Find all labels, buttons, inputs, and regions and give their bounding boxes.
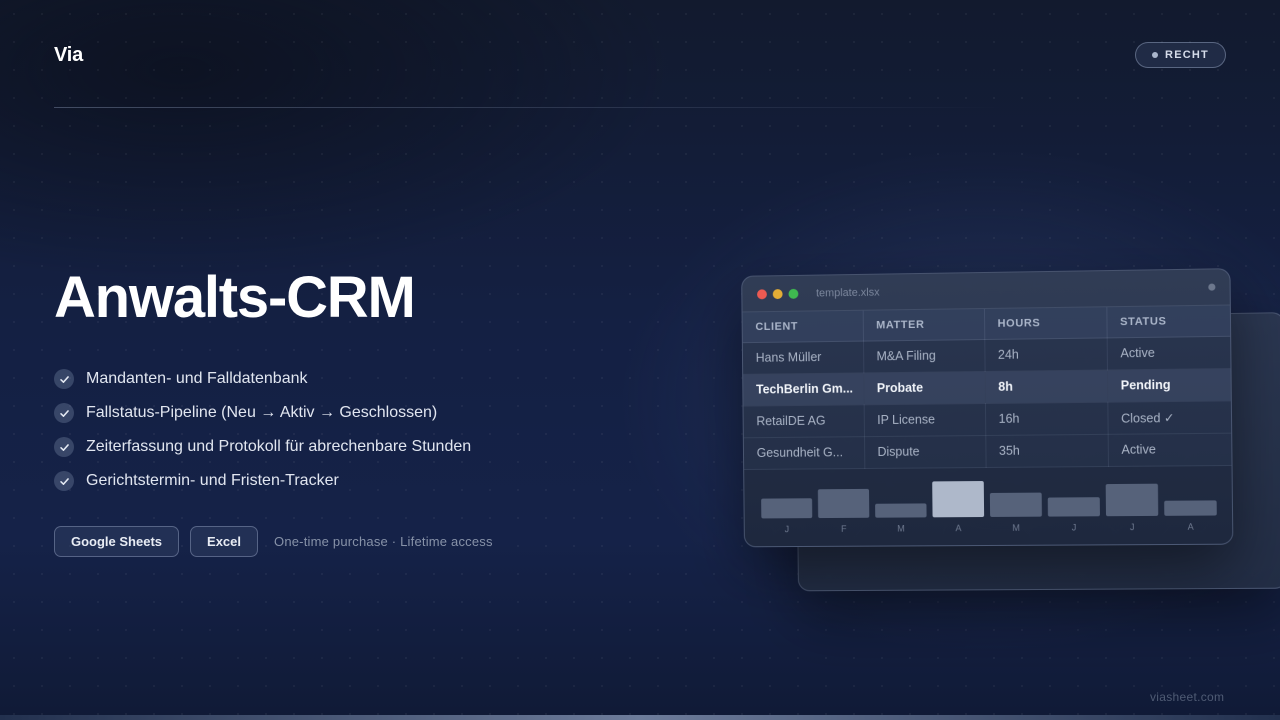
bar-chart-svg: JFMAMJJA: [761, 480, 1217, 534]
chart-bar: [932, 480, 985, 517]
chart-tick-label: M: [1012, 522, 1020, 532]
feature-item: Fallstatus-Pipeline (Neu → Aktiv → Gesch…: [54, 396, 471, 430]
cell-client: RetailDE AG: [743, 404, 864, 438]
cell-client: Gesundheit G...: [743, 436, 865, 470]
cell-hours: 24h: [984, 337, 1107, 372]
feature-text: Fallstatus-Pipeline (Neu → Aktiv → Gesch…: [86, 404, 438, 421]
table-row: Gesundheit G... Dispute 35h Active: [743, 432, 1232, 470]
chart-bar: [817, 488, 870, 518]
cell-matter: IP License: [863, 403, 986, 437]
cell-status: Pending: [1106, 368, 1231, 402]
cell-hours: 35h: [985, 433, 1108, 467]
check-icon: [54, 403, 74, 423]
feature-text: Mandanten- und Falldatenbank: [86, 370, 308, 387]
cell-client: Hans Müller: [742, 340, 864, 374]
column-header-client: CLIENT: [742, 310, 864, 343]
cell-hours: 16h: [984, 401, 1108, 435]
table-row: RetailDE AG IP License 16h Closed ✓: [743, 400, 1232, 438]
chart-bar: [1047, 496, 1100, 517]
chart-tick-label: A: [955, 523, 961, 533]
hours-bar-chart: JFMAMJJA: [744, 465, 1233, 548]
footer-url[interactable]: viasheet.com: [1150, 690, 1224, 704]
feature-item: Mandanten- und Falldatenbank: [54, 362, 471, 396]
cell-matter: Dispute: [863, 434, 986, 469]
excel-button[interactable]: Excel: [190, 526, 259, 557]
feature-text: Gerichtstermin- und Fristen-Tracker: [86, 472, 339, 489]
column-header-hours: HOURS: [983, 307, 1107, 340]
purchase-note: One-time purchase · Lifetime access: [274, 534, 493, 549]
chart-bar: [761, 497, 813, 518]
minimize-window-dot-icon: [772, 288, 783, 299]
chart-bar: [875, 502, 927, 518]
chart-tick-label: J: [785, 524, 790, 534]
table-row-highlighted: TechBerlin Gm... Probate 8h Pending: [743, 368, 1231, 406]
cell-status: Active: [1107, 432, 1232, 466]
category-badge: RECHT: [1135, 42, 1226, 68]
cell-matter: Probate: [863, 371, 985, 405]
data-table: CLIENT MATTER HOURS STATUS Hans Müller M…: [742, 305, 1232, 470]
header-divider: [54, 107, 1004, 108]
google-sheets-button[interactable]: Google Sheets: [54, 526, 180, 557]
chart-bar: [989, 492, 1042, 517]
badge-label: RECHT: [1165, 49, 1209, 61]
feature-item: Gerichtstermin- und Fristen-Tracker: [54, 464, 471, 498]
column-header-status: STATUS: [1106, 305, 1231, 338]
chart-bar: [1105, 483, 1159, 516]
feature-item: Zeiterfassung und Protokoll für abrechen…: [54, 430, 471, 464]
brand-name-part1: Via: [54, 44, 84, 66]
feature-text: Zeiterfassung und Protokoll für abrechen…: [86, 438, 472, 455]
check-icon: [54, 369, 74, 389]
window-indicator-icon: [1208, 283, 1216, 291]
feature-list: Mandanten- und Falldatenbank Fallstatus-…: [54, 362, 471, 498]
close-window-dot-icon: [756, 288, 767, 299]
chart-tick-label: J: [1130, 522, 1135, 532]
column-header-matter: MATTER: [862, 309, 985, 341]
chart-tick-label: A: [1188, 521, 1194, 531]
chart-tick-label: F: [841, 523, 847, 533]
brand-logo[interactable]: ViaSheet: [54, 44, 1280, 592]
cell-matter: M&A Filing: [863, 339, 985, 373]
chart-tick-label: J: [1072, 522, 1077, 532]
cell-status: Active: [1106, 335, 1231, 370]
chart-bar: [1164, 499, 1217, 516]
check-icon: [54, 437, 74, 457]
cell-client: TechBerlin Gm...: [743, 372, 864, 406]
badge-dot-icon: [1152, 52, 1159, 58]
cell-status: Closed ✓: [1107, 400, 1232, 434]
cell-hours: 8h: [984, 369, 1108, 404]
chart-tick-label: M: [897, 523, 905, 533]
page-title: Anwalts-CRM: [54, 265, 416, 330]
cta-row: Google Sheets Excel One-time purchase · …: [54, 526, 493, 557]
maximize-window-dot-icon: [788, 288, 799, 299]
check-icon: [54, 471, 74, 491]
bottom-accent-bar: [0, 715, 1280, 720]
file-name: template.xlsx: [816, 286, 880, 299]
spreadsheet-preview: template.xlsx CLIENT MATTER HOURS STATUS…: [741, 268, 1234, 548]
